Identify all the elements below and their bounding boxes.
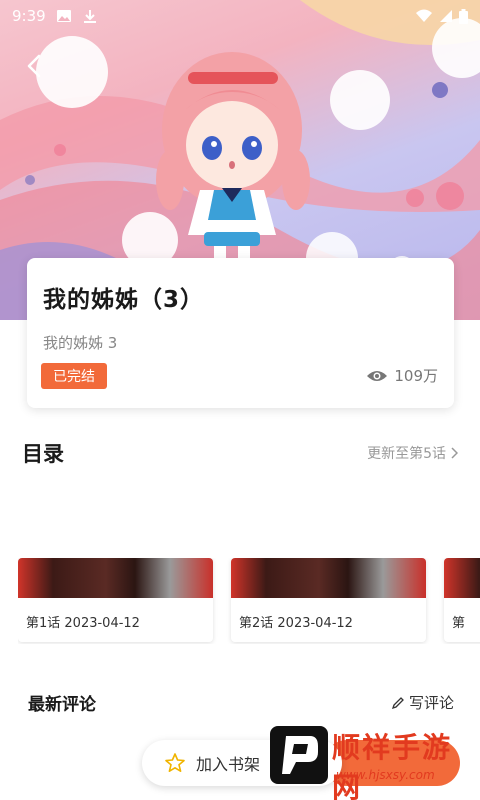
comic-title: 我的姊姊（3） [43, 287, 205, 313]
chevron-right-icon [451, 447, 458, 459]
chapter-thumbnail [231, 558, 426, 598]
pencil-icon [391, 696, 404, 709]
eye-icon [367, 370, 388, 381]
watermark-logo [270, 726, 328, 784]
comic-subtitle: 我的姊姊 3 [43, 334, 118, 352]
view-count: 109万 [366, 365, 438, 386]
toc-update-text: 更新至第5话 [367, 446, 446, 462]
chevron-left-icon [27, 54, 41, 78]
comic-info-card: 我的姊姊（3） 我的姊姊 3 已完结 109万 [27, 258, 454, 408]
status-bar: 9:39 [0, 0, 480, 32]
status-time: 9:39 [12, 7, 46, 25]
gallery-notification-icon [56, 10, 71, 22]
toc-title: 目录 [22, 442, 64, 466]
star-icon [165, 753, 185, 772]
watermark-url: www.hjsxsy.com [336, 768, 435, 782]
chapter-card[interactable]: 第1话 2023-04-12 [18, 558, 213, 642]
write-comment-label: 写评论 [408, 694, 454, 712]
chapter-label: 第1话 2023-04-12 [26, 616, 140, 631]
chapter-label: 第 [452, 616, 466, 631]
watermark: 顺祥手游网 www.hjsxsy.com [270, 712, 480, 800]
chapter-card[interactable]: 第2话 2023-04-12 [231, 558, 426, 642]
chapter-label: 第2话 2023-04-12 [239, 616, 353, 631]
battery-icon [459, 8, 468, 24]
comments-title: 最新评论 [28, 695, 96, 715]
watermark-brand: 顺祥手游网 [332, 731, 453, 800]
add-to-shelf-label: 加入书架 [196, 755, 261, 774]
chapter-list[interactable]: 第1话 2023-04-12 第2话 2023-04-12 第 [18, 558, 480, 644]
signal-icon [440, 10, 452, 22]
wifi-icon [416, 9, 432, 22]
write-comment-button[interactable]: 写评论 [391, 692, 454, 713]
chapter-card[interactable]: 第 [444, 558, 480, 642]
chapter-thumbnail [18, 558, 213, 598]
back-button[interactable] [18, 50, 50, 82]
status-badge: 已完结 [41, 363, 107, 389]
view-count-value: 109万 [394, 367, 438, 385]
watermark-logo-icon [282, 736, 318, 774]
toc-update-link[interactable]: 更新至第5话 [367, 443, 458, 463]
download-notification-icon [83, 10, 96, 23]
chapter-thumbnail [444, 558, 480, 598]
toc-header: 目录 更新至第5话 [22, 438, 458, 468]
